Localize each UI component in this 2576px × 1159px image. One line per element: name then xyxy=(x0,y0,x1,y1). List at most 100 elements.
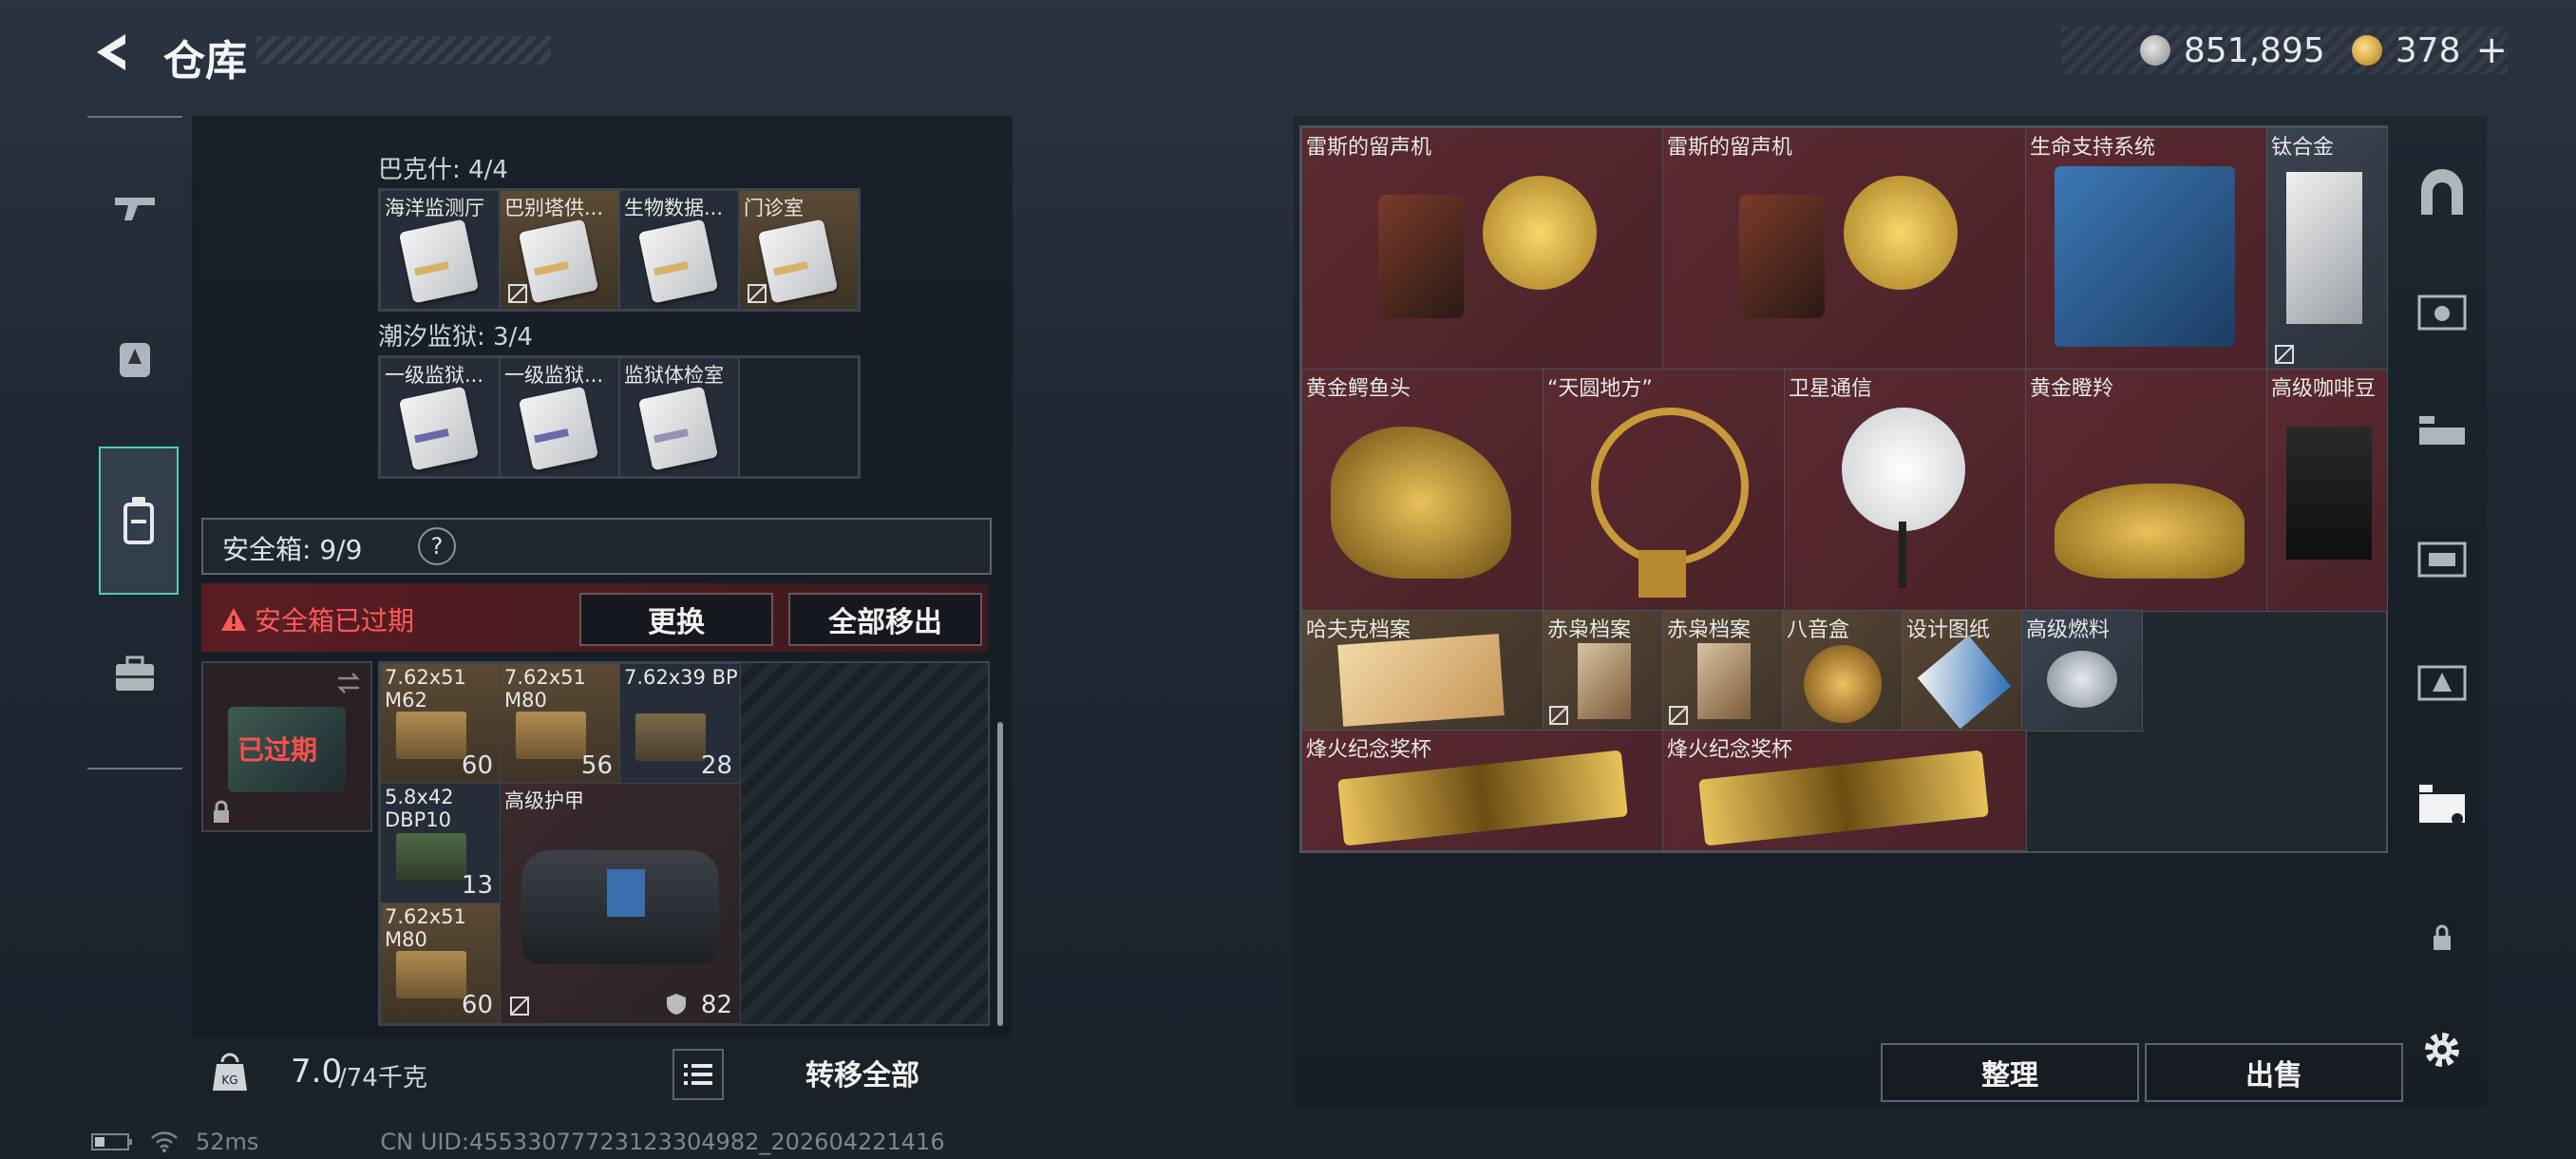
settings-button[interactable] xyxy=(2409,1016,2475,1083)
key-card-slot[interactable]: 海洋监测厅 xyxy=(380,190,500,310)
ammo-slot[interactable]: 5.8x42 DBP10 13 xyxy=(380,783,502,904)
weapon-category-tab[interactable] xyxy=(101,173,169,241)
key-card-slot[interactable]: 一级监狱... xyxy=(500,357,619,477)
key-card-slot[interactable]: 生物数据... xyxy=(619,190,739,310)
safe-box-header: 安全箱: 9/9 ? xyxy=(201,518,992,575)
stash-item[interactable]: 高级燃料 xyxy=(2021,610,2143,732)
gramophone-horn-image xyxy=(1483,176,1597,290)
haavk-document-image xyxy=(1337,634,1505,727)
remove-all-button[interactable]: 全部移出 xyxy=(788,593,982,646)
ammo-box-icon xyxy=(635,713,706,761)
armor-slot[interactable]: 高级护甲 82 xyxy=(500,783,741,1024)
stash-page-icon xyxy=(2419,785,2465,825)
gold-gazelle-image xyxy=(2055,484,2245,579)
stash-item[interactable]: 生命支持系统 xyxy=(2025,127,2268,370)
ammo-slot[interactable]: 7.62x51 M80 60 xyxy=(380,902,502,1024)
swap-icon xyxy=(336,673,361,694)
stash-item[interactable]: 雷斯的留声机 xyxy=(1662,127,2027,370)
list-icon xyxy=(684,1064,712,1085)
no-trade-icon xyxy=(2275,345,2294,364)
stash-item[interactable]: 高级咖啡豆 xyxy=(2266,369,2388,612)
weight-icon: KG xyxy=(213,1053,247,1091)
key-card-slot[interactable]: 一级监狱... xyxy=(380,357,500,477)
stash-item[interactable]: 黄金鳄鱼头 xyxy=(1301,369,1544,612)
warning-icon xyxy=(221,608,246,631)
stash-tab-iii-2[interactable] xyxy=(2409,648,2475,714)
stash-tab-iii-active[interactable] xyxy=(2409,771,2475,838)
sell-button[interactable]: 出售 xyxy=(2145,1043,2403,1102)
ammo-slot[interactable]: 7.62x51 M80 56 xyxy=(500,663,621,785)
stash-item[interactable]: “天圆地方” xyxy=(1543,369,1786,612)
no-trade-icon xyxy=(1669,706,1688,725)
gramophone-body-image xyxy=(1739,195,1825,318)
ammo-slot[interactable]: 7.62x51 M62 60 xyxy=(380,663,502,785)
safe-contents-grid: 7.62x51 M62 60 7.62x51 M80 56 7.62x39 BP… xyxy=(378,661,990,1026)
lock-toggle[interactable] xyxy=(2409,904,2475,971)
stash-page-icon xyxy=(2417,542,2467,578)
stash-item[interactable]: 雷斯的留声机 xyxy=(1301,127,1664,370)
stash-item[interactable]: 八音盒 xyxy=(1782,610,1904,732)
backpack-icon xyxy=(123,497,154,544)
stash-grid: 雷斯的留声机 雷斯的留声机 生命支持系统 钛合金 黄金鳄鱼头 “天圆地方” 卫星… xyxy=(1299,125,2388,853)
coffee-bag-image xyxy=(2286,427,2372,560)
safe-box-label: 安全箱: 9/9 xyxy=(222,534,363,565)
key-card-slot[interactable]: 监狱体检室 xyxy=(619,357,739,477)
replace-button[interactable]: 更换 xyxy=(579,593,773,646)
help-button[interactable]: ? xyxy=(418,527,456,565)
toolbox-icon xyxy=(116,656,154,691)
stash-item[interactable]: 钛合金 xyxy=(2266,127,2388,370)
gramophone-horn-image xyxy=(1844,176,1958,290)
ping-text: 52ms xyxy=(196,1129,259,1155)
titanium-alloy-image xyxy=(2286,172,2362,324)
stash-item[interactable]: 卫星通信 xyxy=(1784,369,2027,612)
inventory-scrollbar[interactable] xyxy=(997,722,1003,1026)
stash-tab-iv-1[interactable] xyxy=(2409,277,2475,344)
satellite-dish-image xyxy=(1842,408,1965,531)
gold-amount: 378 xyxy=(2395,30,2461,70)
stash-item[interactable]: 赤枭档案 xyxy=(1662,610,1784,732)
stash-item[interactable]: 烽火纪念奖杯 xyxy=(1662,730,2027,851)
stash-tab-iii-1[interactable] xyxy=(2409,401,2475,467)
ammo-box-icon xyxy=(516,712,586,759)
safe-case-slot[interactable]: 已过期 xyxy=(201,661,372,832)
stash-item[interactable]: 黄金瞪羚 xyxy=(2025,369,2268,612)
add-currency-button[interactable]: + xyxy=(2475,28,2508,72)
backpack-category-tab[interactable] xyxy=(99,446,179,595)
armillary-base-image xyxy=(1638,550,1686,598)
safe-expired-bar: 安全箱已过期 更换 全部移出 xyxy=(201,583,988,652)
page-title: 仓库 xyxy=(163,37,247,86)
battery-icon xyxy=(91,1133,132,1150)
ammo-slot[interactable]: 7.62x39 BP 28 xyxy=(619,663,741,785)
ammo-box-icon xyxy=(396,951,466,998)
inventory-footer: KG 7.0 /74千克 转移全部 xyxy=(192,1036,1013,1108)
expired-text: 安全箱已过期 xyxy=(255,605,415,636)
arch-icon xyxy=(2421,169,2463,215)
stash-page-icon xyxy=(2419,416,2465,445)
gold-crocodile-image xyxy=(1331,427,1511,579)
stash-item[interactable]: 设计图纸 xyxy=(1902,610,2023,732)
armor-category-tab[interactable] xyxy=(101,325,169,393)
case-category-tab[interactable] xyxy=(101,640,169,709)
keycard-icon xyxy=(757,218,839,304)
back-button[interactable] xyxy=(87,28,135,76)
list-view-button[interactable] xyxy=(672,1049,724,1100)
keycard-icon xyxy=(637,218,719,304)
satellite-stand-image xyxy=(1899,522,1906,588)
armor-icon xyxy=(120,343,150,377)
weight-max: /74千克 xyxy=(338,1064,427,1092)
stash-tab-all[interactable] xyxy=(2409,160,2475,226)
stash-item[interactable]: 哈夫克档案 xyxy=(1301,610,1544,732)
silver-coin-icon xyxy=(2139,35,2170,66)
organize-button[interactable]: 整理 xyxy=(1881,1043,2139,1102)
empty-key-slot[interactable] xyxy=(739,357,859,477)
key-card-slot[interactable]: 巴别塔供... xyxy=(500,190,619,310)
stash-item[interactable]: 烽火纪念奖杯 xyxy=(1301,730,1664,851)
transfer-all-button[interactable]: 转移全部 xyxy=(731,1045,994,1100)
key-card-slot[interactable]: 门诊室 xyxy=(739,190,859,310)
silver-amount: 851,895 xyxy=(2183,30,2325,70)
stash-item[interactable]: 赤枭档案 xyxy=(1543,610,1664,732)
wifi-icon xyxy=(151,1131,178,1152)
no-trade-icon xyxy=(508,284,527,303)
stash-tab-iv-2[interactable] xyxy=(2409,524,2475,591)
ammo-box-icon xyxy=(396,712,466,759)
